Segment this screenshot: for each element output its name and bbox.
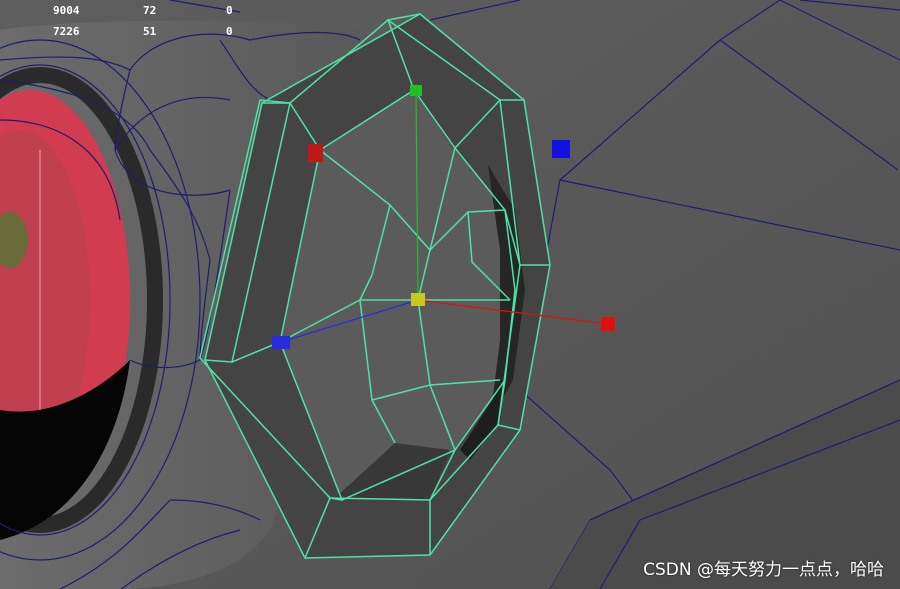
watermark-text: CSDN @每天努力一点点，哈哈: [643, 560, 884, 580]
red-axis-handle-icon[interactable]: [601, 317, 615, 331]
green-axis-handle-icon[interactable]: [410, 85, 422, 96]
hud-value: 51: [143, 25, 157, 38]
hud-value: 0: [226, 25, 233, 38]
hud-value: 0: [226, 4, 233, 17]
maya-viewport[interactable]: 9004 72 0 7226 51 0 CSDN @每天努力一点点，哈哈: [0, 0, 900, 589]
blue-marker-icon[interactable]: [552, 140, 570, 158]
blue-axis-handle-icon[interactable]: [272, 336, 290, 349]
pivot-center-icon[interactable]: [411, 293, 425, 306]
scene-canvas[interactable]: [0, 0, 900, 589]
red-marker-icon[interactable]: [308, 144, 323, 162]
hud-value: 72: [143, 4, 157, 17]
hud-value: 7226: [53, 25, 80, 38]
hud-value: 9004: [53, 4, 80, 17]
